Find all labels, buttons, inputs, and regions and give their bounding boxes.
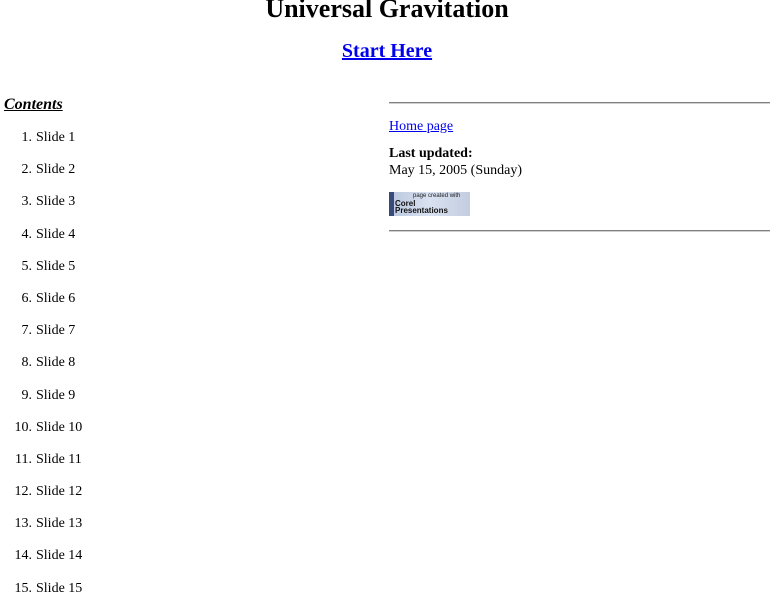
list-item[interactable]: 6. Slide 6 xyxy=(0,289,82,321)
slide-link[interactable]: Slide 15 xyxy=(36,579,82,611)
list-item[interactable]: 13. Slide 13 xyxy=(0,514,83,546)
start-here-container: Start Here xyxy=(0,38,774,64)
corel-presentations-logo[interactable]: page created with Corel Presentations xyxy=(389,192,470,216)
list-item[interactable]: 3. Slide 3 xyxy=(0,192,82,224)
home-page-link[interactable]: Home page xyxy=(389,119,453,134)
list-item-number: 14. xyxy=(14,548,33,564)
list-item[interactable]: 1. Slide 1 xyxy=(0,128,82,160)
slide-link[interactable]: Slide 2 xyxy=(36,160,75,192)
list-item[interactable]: 10. Slide 10 xyxy=(0,418,83,450)
slide-link[interactable]: Slide 10 xyxy=(36,418,82,450)
logo-caption: page created with xyxy=(413,193,461,199)
contents-heading: Contents xyxy=(4,96,63,113)
slide-link[interactable]: Slide 5 xyxy=(36,257,75,289)
slide-link[interactable]: Slide 7 xyxy=(36,321,75,353)
list-item-number: 1. xyxy=(21,130,33,145)
list-item[interactable]: 2. Slide 2 xyxy=(0,160,82,192)
list-item-number: 11. xyxy=(15,451,32,467)
slide-link[interactable]: Slide 12 xyxy=(36,482,82,514)
list-item-number: 2. xyxy=(21,162,33,178)
slide-link[interactable]: Slide 13 xyxy=(36,514,82,546)
slide-link[interactable]: Slide 3 xyxy=(36,192,75,224)
list-item-number: 5. xyxy=(21,258,33,274)
list-item[interactable]: 9. Slide 9 xyxy=(0,386,82,418)
top-divider xyxy=(389,102,770,104)
list-item-number: 7. xyxy=(21,323,33,339)
list-item-number: 10. xyxy=(14,419,33,435)
list-item[interactable]: 12. Slide 12 xyxy=(0,482,83,514)
slide-list: 1. Slide 1 2. Slide 2 3. Slide 3 4. Slide 4 … xyxy=(0,128,83,611)
list-item[interactable]: 14. Slide 14 xyxy=(0,546,83,578)
start-here-link[interactable]: Start Here xyxy=(342,40,432,62)
list-item-number: 13. xyxy=(14,516,33,532)
logo-product: Presentations xyxy=(395,206,448,215)
slide-link[interactable]: Slide 8 xyxy=(36,353,75,385)
slide-link[interactable]: Slide 1 xyxy=(36,128,75,160)
list-item[interactable]: 15. Slide 15 xyxy=(0,579,83,611)
list-item-number: 12. xyxy=(14,484,33,500)
list-item[interactable]: 4. Slide 4 xyxy=(0,225,82,257)
last-updated-label: Last updated: xyxy=(389,146,473,161)
list-item-number: 3. xyxy=(21,194,33,210)
slide-link[interactable]: Slide 11 xyxy=(36,450,82,482)
list-item-number: 6. xyxy=(21,290,33,306)
page-title: Universal Gravitation xyxy=(265,0,509,23)
bottom-divider xyxy=(389,230,770,232)
info-panel: Home page Last updated: May 15, 2005 (Su… xyxy=(389,102,770,232)
list-item[interactable]: 7. Slide 7 xyxy=(0,321,82,353)
list-item-number: 8. xyxy=(21,355,33,371)
list-item[interactable]: 11. Slide 11 xyxy=(0,450,82,482)
slide-link[interactable]: Slide 14 xyxy=(36,546,82,578)
list-item-number: 9. xyxy=(21,387,33,403)
list-item-number: 4. xyxy=(21,226,33,242)
slide-link[interactable]: Slide 4 xyxy=(36,225,75,257)
list-item-number: 15. xyxy=(14,580,33,596)
last-updated-value: May 15, 2005 (Sunday) xyxy=(389,163,522,178)
logo-stripe xyxy=(389,192,394,216)
list-item[interactable]: 5. Slide 5 xyxy=(0,257,82,289)
home-link-container: Home page xyxy=(389,118,770,136)
list-item[interactable]: 8. Slide 8 xyxy=(0,353,82,385)
slide-link[interactable]: Slide 9 xyxy=(36,386,75,418)
slide-link[interactable]: Slide 6 xyxy=(36,289,75,321)
